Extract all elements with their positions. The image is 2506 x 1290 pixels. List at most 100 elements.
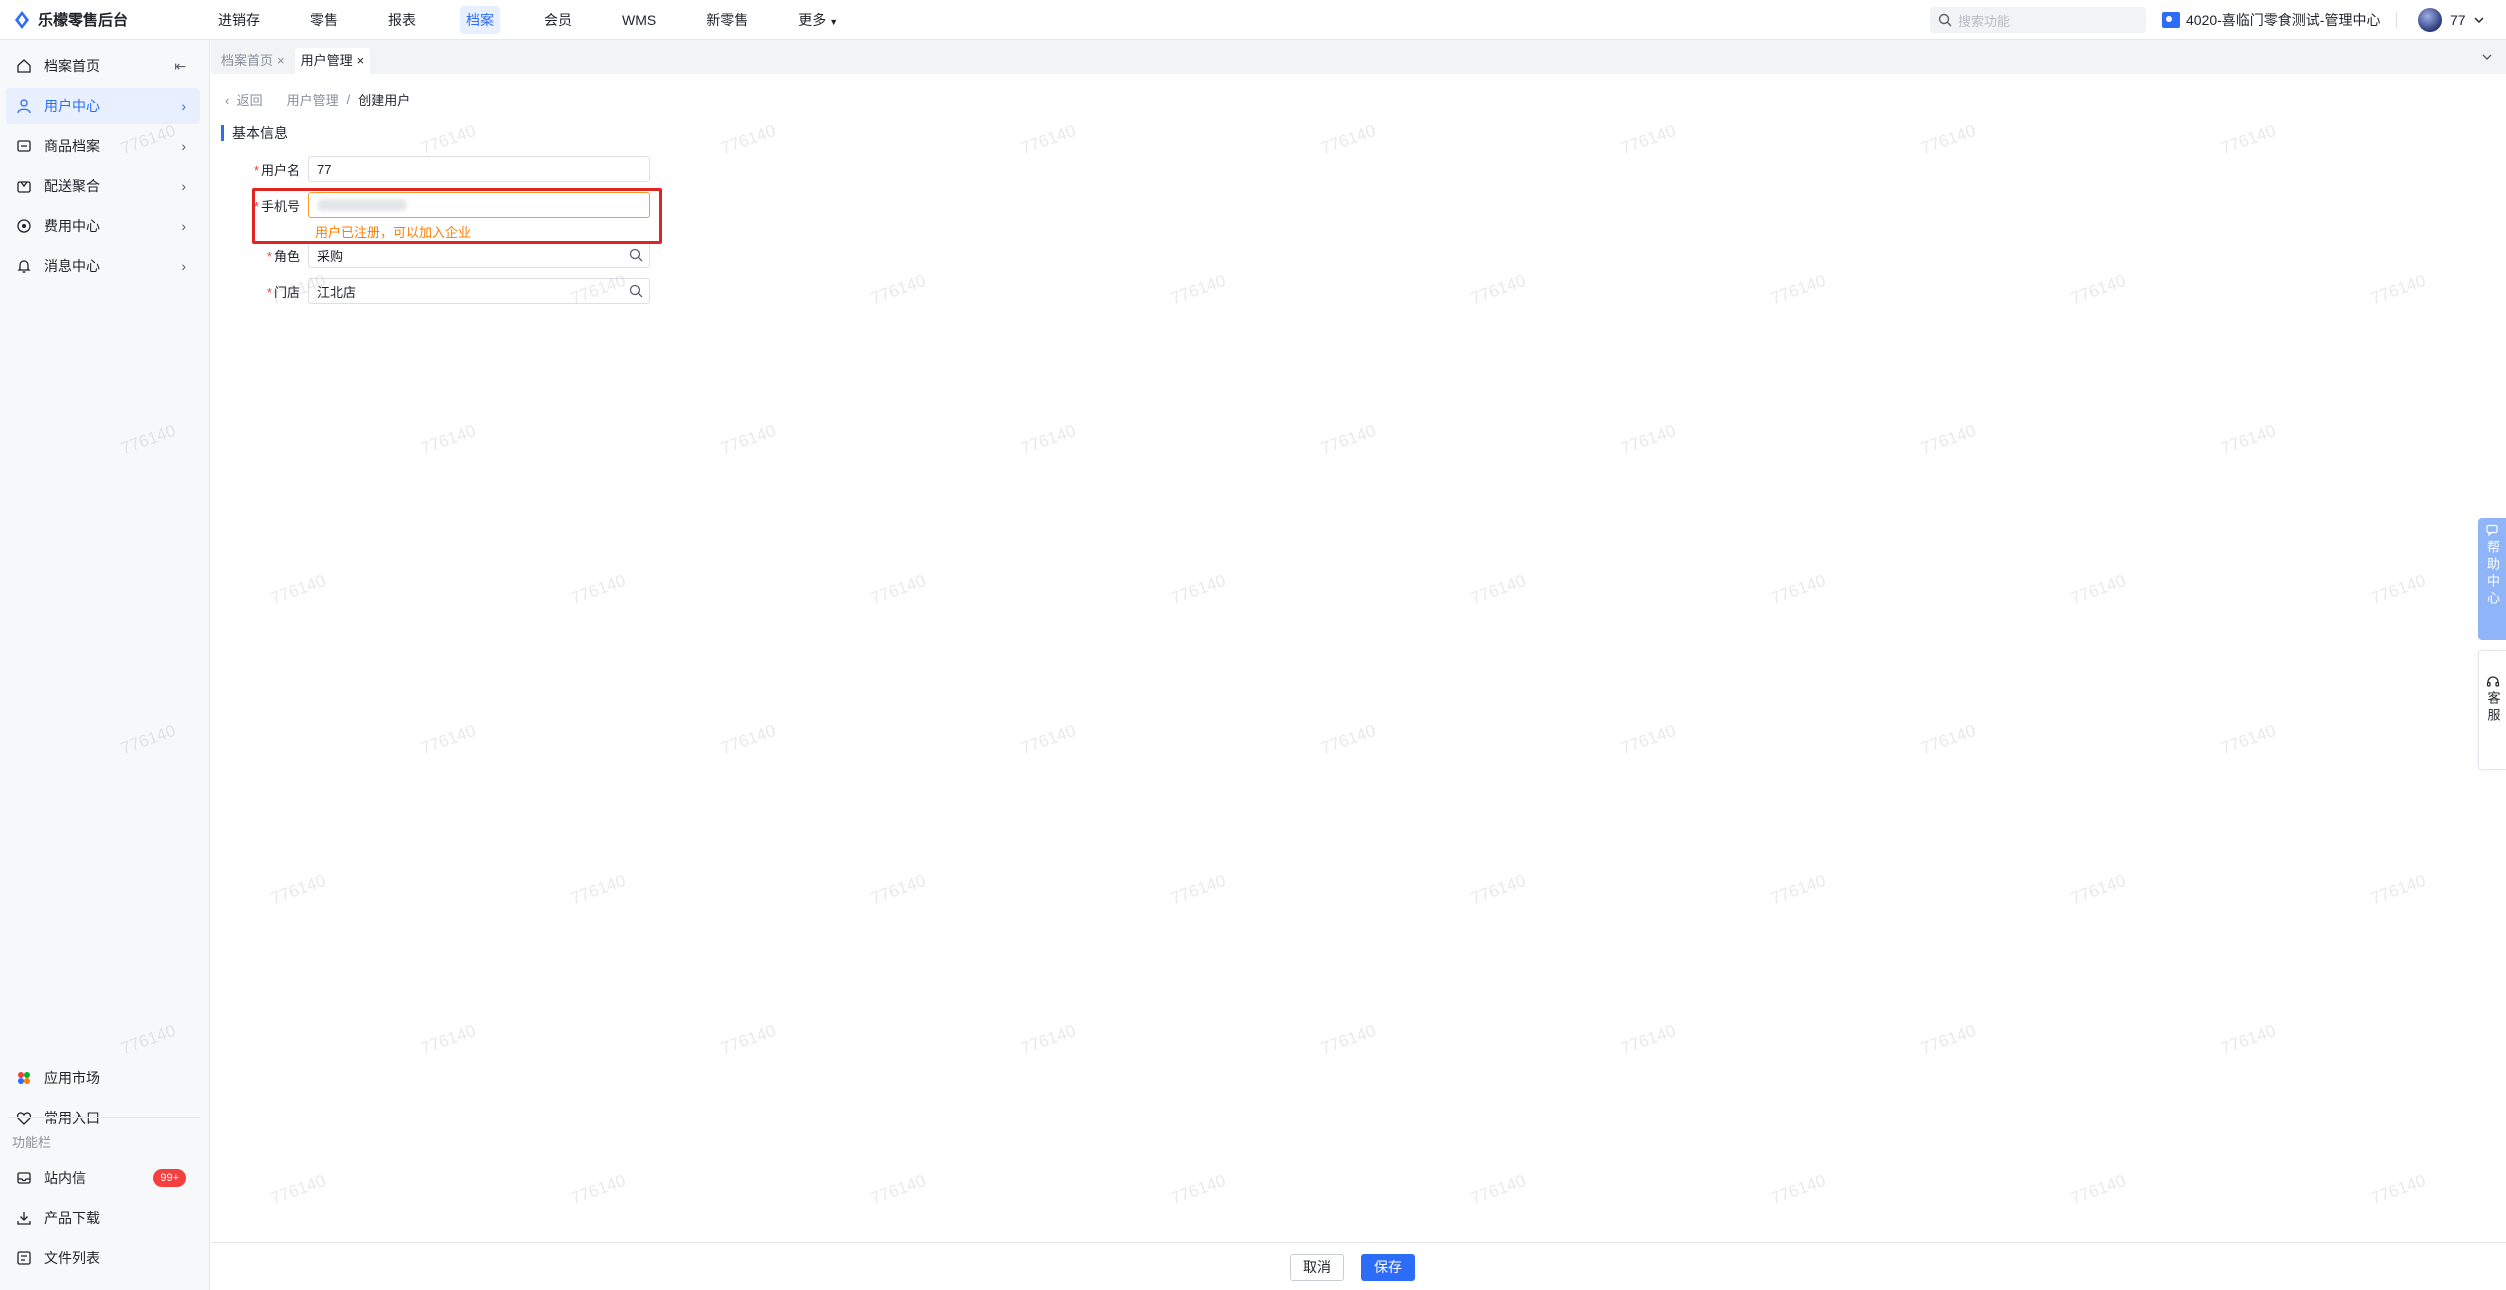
sidebar-item-label: 消息中心 xyxy=(44,258,100,274)
form-label: * 手机号 xyxy=(211,196,308,215)
nav-item-new-retail[interactable]: 新零售 xyxy=(700,6,754,34)
tab-archive-home[interactable]: 档案首页 × xyxy=(215,48,291,74)
search-icon[interactable] xyxy=(629,284,643,298)
store-value: 江北店 xyxy=(317,284,357,300)
sidebar-item-label: 站内信 xyxy=(44,1170,86,1186)
help-center-button[interactable]: 帮助中心 xyxy=(2478,518,2506,640)
nav-more-label: 更多 xyxy=(798,11,827,28)
role-label: 角色 xyxy=(273,248,300,264)
user-name: 77 xyxy=(2450,12,2466,28)
store-label: 门店 xyxy=(273,284,300,300)
sidebar-item-product-archive[interactable]: 商品档案 › xyxy=(6,128,200,164)
cancel-button[interactable]: 取消 xyxy=(1290,1254,1344,1281)
money-icon xyxy=(14,216,34,236)
file-list-icon xyxy=(14,1248,34,1268)
search-icon[interactable] xyxy=(629,248,643,262)
sidebar-item-expense[interactable]: 费用中心 › xyxy=(6,208,200,244)
sidebar-item-app-market[interactable]: 应用市场 xyxy=(6,1060,200,1096)
app-market-icon xyxy=(14,1068,34,1088)
sidebar-item-archive-home[interactable]: 档案首页 ⇤ xyxy=(6,48,200,84)
sidebar-item-label: 应用市场 xyxy=(44,1070,100,1086)
form-row-username: * 用户名 77 xyxy=(211,156,650,182)
tab-label: 用户管理 xyxy=(300,53,353,68)
sidebar: 档案首页 ⇤ 用户中心 › 商品档案 › 配送聚合 › 费用中心 › 消息中心 … xyxy=(0,40,210,1290)
breadcrumb-parent[interactable]: 用户管理 xyxy=(287,90,339,109)
org-name: 4020-喜临门零食测试-管理中心 xyxy=(2186,12,2381,28)
nav-item-member[interactable]: 会员 xyxy=(538,6,578,34)
chevron-right-icon: › xyxy=(181,138,186,154)
tab-label: 档案首页 xyxy=(221,53,274,68)
role-select[interactable]: 采购 xyxy=(308,242,650,268)
sidebar-item-favorites[interactable]: 常用入口 xyxy=(6,1100,200,1136)
sidebar-item-label: 档案首页 xyxy=(44,58,100,74)
nav-item-inventory[interactable]: 进销存 xyxy=(212,6,266,34)
chevron-right-icon: › xyxy=(181,98,186,114)
form-label: * 角色 xyxy=(211,246,308,265)
role-value: 采购 xyxy=(317,248,344,264)
tab-user-management[interactable]: 用户管理 × xyxy=(294,48,371,74)
brand-name: 乐檬零售后台 xyxy=(38,12,129,29)
download-icon xyxy=(14,1208,34,1228)
brand-logo-icon xyxy=(15,10,29,29)
nav-item-wms[interactable]: WMS xyxy=(616,6,662,34)
avatar xyxy=(2418,8,2442,32)
sidebar-item-label: 配送聚合 xyxy=(44,178,100,194)
collapse-sidebar-icon[interactable]: ⇤ xyxy=(174,58,186,75)
sidebar-item-inbox[interactable]: 站内信 99+ xyxy=(6,1160,200,1196)
chevron-right-icon: › xyxy=(181,218,186,234)
nav-item-retail[interactable]: 零售 xyxy=(304,6,344,34)
breadcrumb: ‹ 返回 用户管理 / 创建用户 xyxy=(225,90,410,109)
caret-down-icon: ▼ xyxy=(829,16,839,27)
form-label: * 门店 xyxy=(211,282,308,301)
main-content: ‹ 返回 用户管理 / 创建用户 基本信息 * 用户名 77 * 手机号 用户已注册… xyxy=(211,74,2506,1242)
sidebar-item-download[interactable]: 产品下载 xyxy=(6,1200,200,1236)
username-value: 77 xyxy=(317,161,332,177)
sidebar-item-label: 费用中心 xyxy=(44,218,100,234)
sidebar-item-label: 商品档案 xyxy=(44,138,100,154)
chevron-left-icon: ‹ xyxy=(225,93,230,108)
back-label: 返回 xyxy=(236,93,263,108)
close-icon[interactable]: × xyxy=(357,53,365,68)
customer-service-button[interactable]: 客服 xyxy=(2478,650,2506,770)
store-select[interactable]: 江北店 xyxy=(308,278,650,304)
function-bar-label: 功能栏 xyxy=(12,1135,52,1150)
sidebar-item-delivery[interactable]: 配送聚合 › xyxy=(6,168,200,204)
top-navigation-bar: 乐檬零售后台 进销存 零售 报表 档案 会员 WMS 新零售 更多 ▼ 搜索功能 … xyxy=(0,0,2506,40)
required-mark: * xyxy=(266,248,272,264)
sidebar-item-label: 用户中心 xyxy=(44,98,100,114)
nav-item-more[interactable]: 更多 ▼ xyxy=(792,6,844,34)
customer-service-label: 客服 xyxy=(2485,691,2501,725)
form-label: * 用户名 xyxy=(211,160,308,179)
nav-item-archive[interactable]: 档案 xyxy=(460,5,500,34)
required-mark: * xyxy=(266,284,272,300)
back-link[interactable]: ‹ 返回 xyxy=(225,90,263,109)
form-row-store: * 门店 江北店 xyxy=(211,278,650,304)
sidebar-item-label: 常用入口 xyxy=(44,1110,100,1126)
main-nav: 进销存 零售 报表 档案 会员 WMS 新零售 更多 ▼ xyxy=(212,0,882,40)
chevron-down-icon[interactable] xyxy=(2482,48,2492,63)
save-button[interactable]: 保存 xyxy=(1361,1254,1415,1281)
chevron-right-icon: › xyxy=(181,258,186,274)
username-label: 用户名 xyxy=(260,162,300,178)
divider xyxy=(2396,12,2397,28)
user-menu[interactable]: 77 xyxy=(2418,8,2484,32)
required-mark: * xyxy=(253,198,259,214)
sidebar-item-files[interactable]: 文件列表 xyxy=(6,1240,200,1276)
sidebar-item-user-center[interactable]: 用户中心 › xyxy=(6,88,200,124)
sidebar-item-label: 文件列表 xyxy=(44,1250,100,1266)
phone-field[interactable] xyxy=(308,192,650,218)
search-input[interactable]: 搜索功能 xyxy=(1930,7,2146,33)
sidebar-item-messages[interactable]: 消息中心 › xyxy=(6,248,200,284)
nav-item-reports[interactable]: 报表 xyxy=(382,6,422,34)
close-icon[interactable]: × xyxy=(277,53,285,68)
required-mark: * xyxy=(253,162,259,178)
search-icon xyxy=(1938,13,1952,27)
box-icon xyxy=(14,136,34,156)
unread-badge: 99+ xyxy=(153,1169,186,1187)
brand[interactable]: 乐檬零售后台 xyxy=(0,9,212,30)
phone-label: 手机号 xyxy=(260,198,300,214)
home-icon xyxy=(14,56,34,76)
username-field[interactable]: 77 xyxy=(308,156,650,182)
org-switcher[interactable]: 4020-喜临门零食测试-管理中心 xyxy=(2162,10,2380,30)
section-title: 基本信息 xyxy=(221,125,288,141)
